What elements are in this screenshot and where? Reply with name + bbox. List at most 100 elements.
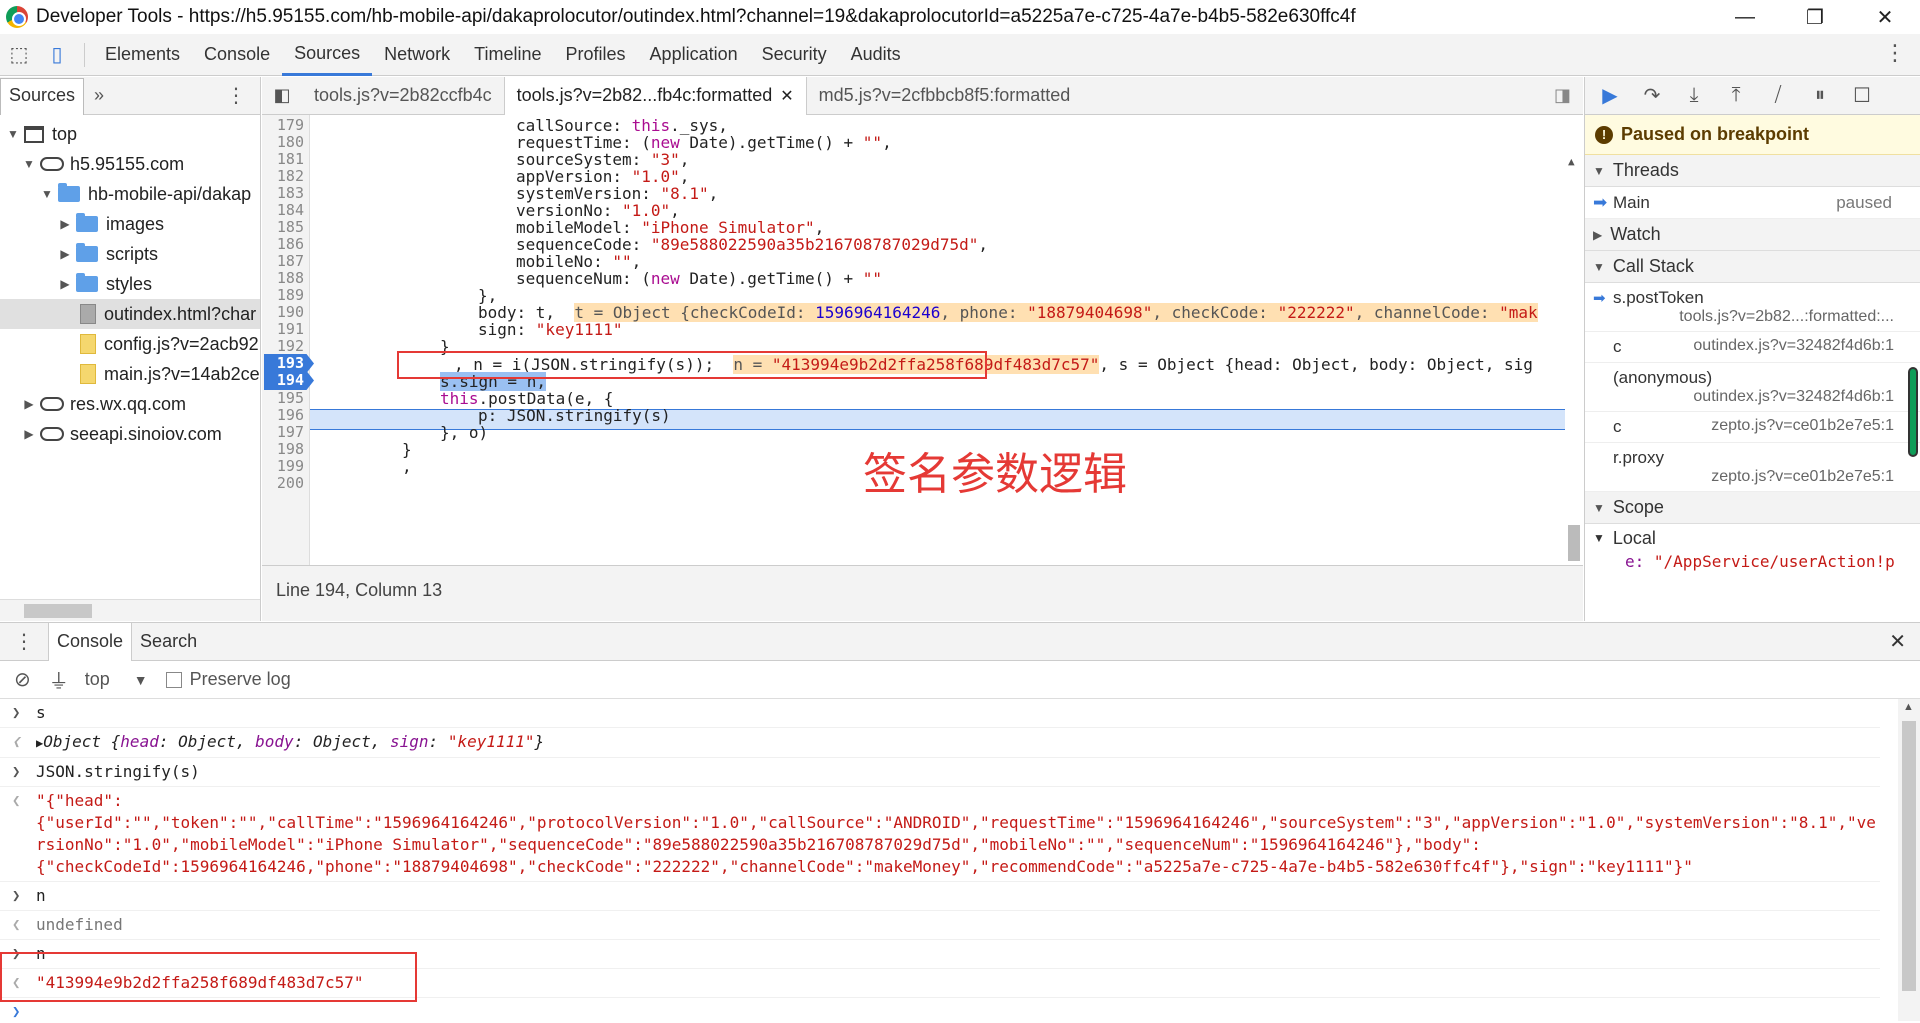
minimize-button[interactable]: — — [1710, 0, 1780, 34]
device-mode-icon[interactable]: ▯ — [38, 36, 76, 74]
expanded-arrow-icon: ▼ — [7, 127, 19, 141]
close-drawer-icon[interactable]: ✕ — [1889, 629, 1906, 654]
cloud-icon — [40, 157, 64, 171]
editor-vscrollbar[interactable]: ▲▼ — [1565, 155, 1583, 565]
tree-item-top[interactable]: ▼ top — [0, 119, 260, 149]
scope-variable-e[interactable]: e: "/AppService/userAction!p — [1585, 552, 1920, 571]
drawer-menu-icon[interactable]: ⋮ — [0, 629, 48, 654]
console-toolbar: ⊘ ⏚ top ▼ Preserve log — [0, 661, 1920, 699]
toggle-navigator-icon[interactable]: ◧ — [262, 85, 302, 106]
resume-icon[interactable]: ▶ — [1589, 83, 1631, 108]
call-frame[interactable]: c outindex.js?v=32482f4d6b:1 — [1585, 332, 1920, 363]
document-icon — [80, 304, 96, 324]
inspect-element-icon[interactable]: ⬚ — [0, 36, 38, 74]
tree-item-scripts[interactable]: ▶ scripts — [0, 239, 260, 269]
call-frame[interactable]: r.proxy zepto.js?v=ce01b2e7e5:1 — [1585, 443, 1920, 492]
frame-icon — [24, 125, 44, 143]
call-frame[interactable]: ➡ s.postToken tools.js?v=2b82...:formatted… — [1585, 283, 1920, 332]
async-checkbox-icon[interactable]: ☐ — [1841, 83, 1883, 108]
console-input: ❯ n — [0, 882, 1880, 911]
preserve-log-checkbox[interactable] — [165, 671, 182, 688]
tree-item-styles[interactable]: ▶ styles — [0, 269, 260, 299]
collapsed-arrow-icon: ▶ — [60, 277, 70, 291]
context-selector[interactable]: top — [85, 669, 110, 690]
breakpoint-marker[interactable]: 193 — [264, 354, 314, 373]
tree-item-outindex[interactable]: outindex.html?char — [0, 299, 260, 329]
call-frame[interactable]: c zepto.js?v=ce01b2e7e5:1 — [1585, 412, 1920, 443]
expanded-arrow-icon: ▼ — [1593, 163, 1605, 178]
step-out-icon[interactable]: ⤒ — [1715, 84, 1757, 107]
tree-item-folder[interactable]: ▼ hb-mobile-api/dakap — [0, 179, 260, 209]
editor-tab-tools-formatted[interactable]: tools.js?v=2b82...fb4c:formatted ✕ — [503, 76, 807, 115]
prompt-icon: ❯ — [12, 764, 21, 780]
step-over-icon[interactable]: ↷ — [1631, 83, 1673, 108]
tab-network[interactable]: Network — [372, 34, 462, 76]
expanded-arrow-icon: ▼ — [1593, 259, 1605, 274]
customize-menu-icon[interactable]: ⋮ — [1884, 40, 1906, 66]
call-stack-section[interactable]: ▼ Call Stack — [1585, 251, 1920, 283]
current-frame-icon: ➡ — [1593, 290, 1606, 307]
annotation-text: 签名参数逻辑 — [863, 449, 1127, 500]
prompt-icon: ❯ — [12, 888, 21, 904]
toggle-debugger-icon[interactable]: ◨ — [1554, 85, 1571, 106]
tab-security[interactable]: Security — [750, 34, 839, 76]
collapsed-arrow-icon: ▶ — [1593, 227, 1603, 242]
console-vscrollbar[interactable]: ▲ — [1898, 699, 1920, 1021]
filter-icon[interactable]: ⏚ — [49, 665, 69, 694]
sidebar-vscroll-thumb[interactable] — [1908, 367, 1918, 457]
deactivate-breakpoints-icon[interactable]: ⧸ — [1757, 84, 1799, 107]
context-dropdown-icon[interactable]: ▼ — [134, 672, 148, 688]
drawer-tab-console[interactable]: Console — [48, 622, 133, 661]
call-frame[interactable]: (anonymous) outindex.js?v=32482f4d6b:1 — [1585, 363, 1920, 412]
current-thread-icon: ➡ — [1593, 192, 1608, 212]
tab-sources[interactable]: Sources — [282, 34, 373, 76]
tab-elements[interactable]: Elements — [93, 34, 192, 76]
expanded-arrow-icon: ▼ — [1593, 500, 1605, 515]
highlight-box — [0, 952, 417, 1002]
tab-audits[interactable]: Audits — [839, 34, 913, 76]
pause-on-exceptions-icon[interactable]: ⏸ — [1799, 84, 1841, 107]
close-window-button[interactable]: ✕ — [1850, 0, 1920, 34]
devtools-main-toolbar: ⬚ ▯ Elements Console Sources Network Tim… — [0, 34, 1920, 76]
step-into-icon[interactable]: ⤓ — [1673, 84, 1715, 107]
result-icon: ❮ — [12, 917, 21, 933]
thread-main[interactable]: ➡ Main paused — [1585, 187, 1920, 219]
clear-console-icon[interactable]: ⊘ — [14, 667, 31, 692]
navigator-tab-sources[interactable]: Sources — [0, 78, 85, 115]
tree-item-config[interactable]: config.js?v=2acb92 — [0, 329, 260, 359]
tree-item-domain[interactable]: ▼ h5.95155.com — [0, 149, 260, 179]
drawer-tab-search[interactable]: Search — [132, 623, 205, 661]
tree-item-images[interactable]: ▶ images — [0, 209, 260, 239]
threads-section[interactable]: ▼ Threads — [1585, 155, 1920, 187]
editor-tab-md5[interactable]: md5.js?v=2cfbbcb8f5:formatted — [807, 77, 1083, 115]
tree-item-main[interactable]: main.js?v=14ab2ce — [0, 359, 260, 389]
tab-console[interactable]: Console — [192, 34, 282, 76]
maximize-button[interactable]: ❐ — [1780, 0, 1850, 34]
console-drawer: ⋮ Console Search ✕ ⊘ ⏚ top ▼ Preserve lo… — [0, 622, 1920, 1021]
scope-local[interactable]: ▼ Local — [1585, 524, 1920, 552]
collapsed-arrow-icon: ▶ — [24, 427, 34, 441]
scope-section[interactable]: ▼ Scope — [1585, 492, 1920, 524]
close-tab-icon[interactable]: ✕ — [780, 86, 793, 106]
more-tabs-icon[interactable]: » — [94, 85, 104, 106]
editor-tab-tools[interactable]: tools.js?v=2b82ccfb4c — [302, 77, 504, 115]
debugger-sidebar: ▶ ↷ ⤓ ⤒ ⧸ ⏸ ☐ ! Paused on breakpoint ▼ Thr… — [1584, 77, 1920, 621]
tab-application[interactable]: Application — [638, 34, 750, 76]
navigator-hscrollbar[interactable] — [0, 599, 260, 621]
navigator-menu-icon[interactable]: ⋮ — [226, 83, 246, 108]
tab-profiles[interactable]: Profiles — [554, 34, 638, 76]
tree-item-seeapi[interactable]: ▶ seeapi.sinoiov.com — [0, 419, 260, 449]
tab-timeline[interactable]: Timeline — [462, 34, 553, 76]
expanded-arrow-icon: ▼ — [41, 187, 53, 201]
folder-icon — [58, 183, 80, 202]
folder-icon — [76, 213, 98, 232]
result-icon: ❮ — [12, 734, 21, 750]
highlight-box — [397, 351, 987, 379]
watch-section[interactable]: ▶ Watch — [1585, 219, 1920, 251]
expanded-arrow-icon: ▼ — [23, 157, 35, 171]
tree-item-res[interactable]: ▶ res.wx.qq.com — [0, 389, 260, 419]
window-title: Developer Tools - https://h5.95155.com/h… — [36, 6, 1356, 27]
console-result[interactable]: ❮ ▶Object {head: Object, body: Object, si… — [0, 728, 1880, 758]
console-input: ❯ JSON.stringify(s) — [0, 758, 1880, 787]
editor-status-bar: Line 194, Column 13 — [262, 565, 1583, 621]
